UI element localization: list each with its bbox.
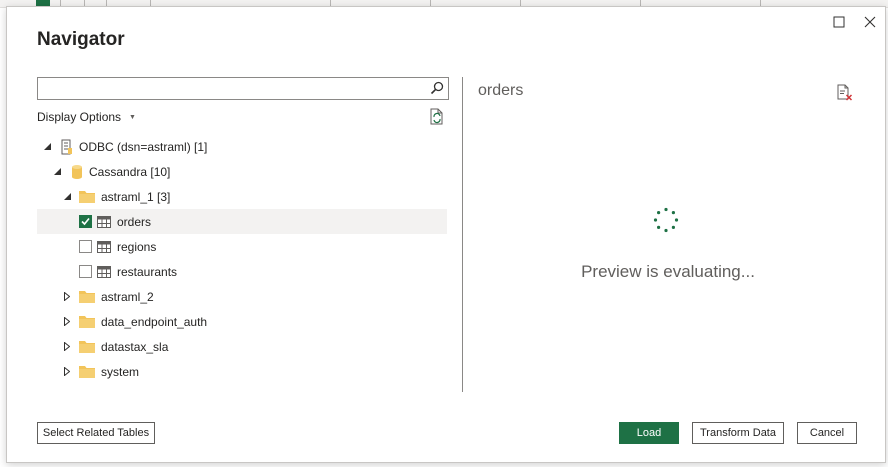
tree-node-label: ODBC (dsn=astraml) [1] (79, 139, 208, 154)
regions-checkbox[interactable] (79, 240, 92, 253)
load-button[interactable]: Load (619, 422, 679, 444)
table-icon (97, 215, 111, 228)
search-box[interactable] (37, 77, 449, 100)
folder-icon (79, 340, 95, 353)
tree-node-label: data_endpoint_auth (101, 314, 208, 329)
tree-node-orders[interactable]: orders (37, 209, 447, 234)
folder-icon (79, 190, 95, 203)
tree-node-astraml-1[interactable]: astraml_1 [3] (37, 184, 447, 209)
database-cylinder-icon (71, 164, 83, 180)
tree-node-label: regions (117, 239, 157, 254)
tree-node-system[interactable]: system (37, 359, 447, 384)
tree-node-data-endpoint-auth[interactable]: data_endpoint_auth (37, 309, 447, 334)
table-icon (97, 240, 111, 253)
tree-node-cassandra[interactable]: Cassandra [10] (37, 159, 447, 184)
navigator-dialog: Navigator Display Options ▼ ODBC (dsn=as… (6, 6, 886, 463)
expanded-triangle-icon[interactable] (42, 142, 52, 152)
tree-node-astraml-2[interactable]: astraml_2 (37, 284, 447, 309)
maximize-icon (833, 16, 845, 28)
collapsed-triangle-icon[interactable] (62, 292, 72, 302)
pane-divider[interactable] (462, 77, 463, 392)
caret-down-icon: ▼ (129, 113, 136, 121)
cancel-button[interactable]: Cancel (797, 422, 857, 444)
tree-node-label: astraml_2 (101, 289, 154, 304)
collapsed-triangle-icon[interactable] (62, 367, 72, 377)
tree-node-label: restaurants (117, 264, 178, 279)
search-icon[interactable] (430, 81, 444, 100)
clear-preview-icon[interactable] (836, 84, 854, 107)
display-options-dropdown[interactable]: Display Options ▼ (37, 110, 136, 124)
tree-node-datastax-sla[interactable]: datastax_sla (37, 334, 447, 359)
table-icon (97, 265, 111, 278)
collapsed-triangle-icon[interactable] (62, 342, 72, 352)
checkmark-icon (81, 217, 90, 226)
expanded-triangle-icon[interactable] (62, 192, 72, 202)
tree-node-label: Cassandra [10] (89, 164, 171, 179)
select-related-tables-button[interactable]: Select Related Tables (37, 422, 155, 444)
tree-node-restaurants[interactable]: restaurants (37, 259, 447, 284)
tree-node-label: astraml_1 [3] (101, 189, 171, 204)
folder-icon (79, 365, 95, 378)
close-button[interactable] (856, 11, 884, 33)
folder-icon (79, 315, 95, 328)
collapsed-triangle-icon[interactable] (62, 317, 72, 327)
odbc-server-icon (61, 139, 73, 155)
preview-status-text: Preview is evaluating... (581, 262, 755, 281)
tree-node-label: orders (117, 214, 152, 229)
tree-node-regions[interactable]: regions (37, 234, 447, 259)
maximize-button[interactable] (825, 11, 853, 33)
folder-icon (79, 290, 95, 303)
restaurants-checkbox[interactable] (79, 265, 92, 278)
dialog-title: Navigator (37, 29, 125, 50)
loading-spinner-icon (653, 207, 679, 233)
search-input[interactable] (38, 78, 418, 99)
tree-node-label: system (101, 364, 140, 379)
orders-checkbox[interactable] (79, 215, 92, 228)
refresh-icon[interactable] (429, 108, 445, 131)
close-icon (864, 16, 876, 28)
display-options-label: Display Options (37, 110, 122, 124)
tree-node-label: datastax_sla (101, 339, 169, 354)
preview-title: orders (478, 82, 524, 99)
tree-node-odbc[interactable]: ODBC (dsn=astraml) [1] (37, 134, 447, 159)
transform-data-button[interactable]: Transform Data (692, 422, 784, 444)
expanded-triangle-icon[interactable] (52, 167, 62, 177)
